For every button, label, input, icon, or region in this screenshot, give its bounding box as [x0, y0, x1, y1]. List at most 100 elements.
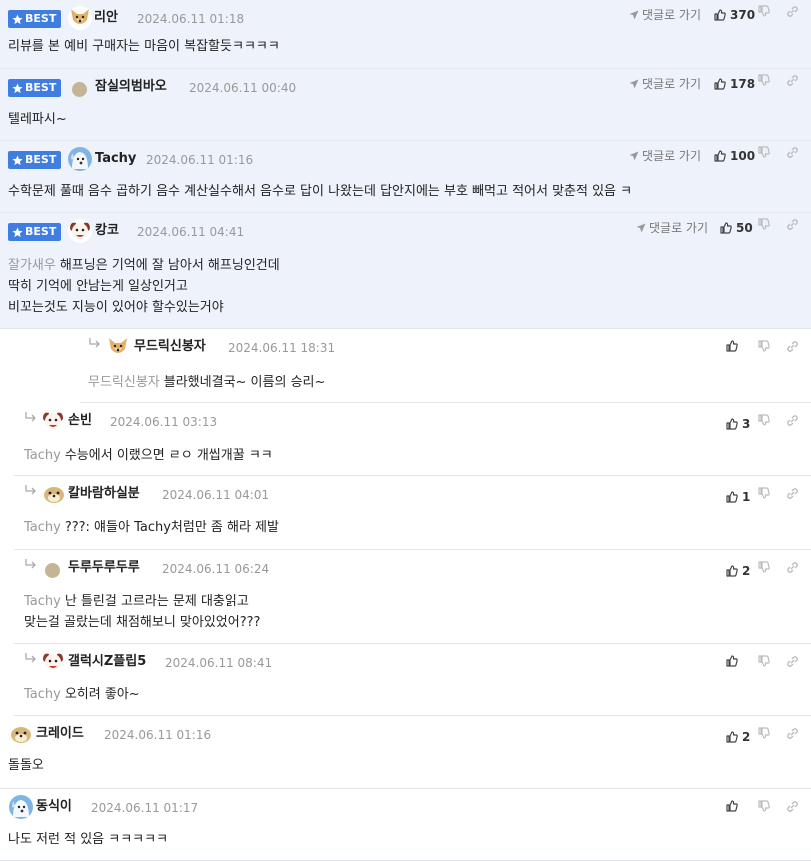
link-icon[interactable]	[786, 800, 802, 813]
goto-comment-link[interactable]: 댓글로 가기	[629, 5, 701, 25]
like-count: 100	[730, 149, 756, 163]
link-icon[interactable]	[786, 487, 802, 500]
goto-comment-label: 댓글로 가기	[642, 8, 702, 22]
avatar[interactable]	[72, 82, 87, 97]
nickname[interactable]: 캉코	[95, 221, 119, 241]
mention[interactable]: Tachy	[24, 594, 61, 609]
link-icon[interactable]	[786, 74, 802, 87]
avatar[interactable]	[68, 6, 92, 30]
like-count: 3	[742, 417, 751, 431]
comment-line: 딱히 기억에 안남는게 일상인거고	[8, 279, 188, 294]
thumbs-down-icon[interactable]	[758, 800, 774, 812]
thumbs-down-icon[interactable]	[758, 218, 774, 230]
comment-line: 나도 저런 적 있음 ㅋㅋㅋㅋㅋ	[8, 832, 169, 847]
link-icon[interactable]	[786, 727, 802, 740]
comment-header: BEST 잠실의범바오 2024.06.11 00:40 댓글로 가기 178	[0, 69, 811, 105]
comment-line: 수능에서 이랬으면 ㄹㅇ 개씹개꿀 ㅋㅋ	[64, 448, 273, 463]
mention[interactable]: Tachy	[24, 520, 61, 535]
comment-line: 맞는걸 골랐는데 채점해보니 맞아있었어???	[24, 615, 261, 630]
link-icon[interactable]	[786, 218, 802, 231]
avatar[interactable]	[9, 795, 33, 819]
nickname[interactable]: 동식이	[36, 797, 72, 817]
like-button[interactable]	[726, 800, 742, 812]
thumbs-down-icon[interactable]	[758, 727, 774, 739]
thumbs-up-icon	[714, 150, 726, 162]
thumbs-down-icon[interactable]	[758, 74, 774, 86]
like-button[interactable]: 50	[720, 218, 753, 238]
nickname[interactable]: 잠실의범바오	[95, 77, 167, 97]
like-button[interactable]: 2	[726, 727, 750, 747]
like-button[interactable]	[726, 340, 742, 352]
avatar[interactable]	[41, 409, 65, 433]
comment-header: 갤럭시Z플립5 2024.06.11 08:41	[14, 644, 811, 680]
mention[interactable]: 무드릭신봉자	[88, 375, 160, 390]
like-count: 178	[730, 77, 756, 91]
like-count: 2	[742, 730, 751, 744]
like-button[interactable]: 1	[726, 487, 750, 507]
thumbs-up-icon	[726, 565, 738, 577]
send-icon	[636, 223, 646, 233]
reply-arrow-icon	[24, 558, 38, 570]
comment-item: 크레이드 2024.06.11 01:16 2 돌돌오	[0, 716, 811, 789]
star-icon	[12, 13, 23, 25]
like-button[interactable]: 3	[726, 414, 750, 434]
avatar[interactable]	[42, 482, 66, 506]
nickname[interactable]: 크레이드	[36, 724, 84, 744]
nickname[interactable]: 무드릭신봉자	[134, 337, 206, 357]
star-icon	[12, 226, 23, 238]
link-icon[interactable]	[786, 561, 802, 574]
like-button[interactable]: 2	[726, 561, 750, 581]
send-icon	[629, 10, 639, 20]
avatar[interactable]	[106, 335, 130, 359]
comment-date: 2024.06.11 01:18	[137, 12, 245, 26]
thumbs-up-icon	[726, 731, 738, 743]
thumbs-down-icon[interactable]	[758, 655, 774, 667]
comment-item: 무드릭신봉자 2024.06.11 18:31 무드릭신봉자 블라했네결국~ 이름의 …	[80, 329, 811, 403]
comment-date: 2024.06.11 04:41	[137, 225, 245, 239]
like-button[interactable]	[726, 655, 742, 667]
thumbs-down-icon[interactable]	[758, 146, 774, 158]
comment-text: 돌돌오	[8, 755, 44, 776]
comment-line: ???: 얘들아 Tachy처럼만 좀 해라 제발	[64, 520, 279, 535]
nickname[interactable]: 손빈	[68, 411, 92, 431]
comment-date: 2024.06.11 08:41	[165, 656, 273, 670]
link-icon[interactable]	[786, 5, 802, 18]
mention[interactable]: 잘가새우	[8, 258, 56, 273]
nickname[interactable]: Tachy	[95, 149, 136, 169]
thumbs-down-icon[interactable]	[758, 414, 774, 426]
like-button[interactable]: 178	[714, 74, 755, 94]
like-button[interactable]: 100	[714, 146, 755, 166]
goto-comment-link[interactable]: 댓글로 가기	[636, 218, 708, 238]
link-icon[interactable]	[786, 414, 802, 427]
comment-text: Tachy???: 얘들아 Tachy처럼만 좀 해라 제발	[24, 517, 279, 538]
goto-comment-label: 댓글로 가기	[649, 221, 709, 235]
comment-text: 수학문제 풀때 음수 곱하기 음수 계산실수해서 음수로 답이 나왔는데 답안지…	[8, 181, 632, 202]
thumbs-down-icon[interactable]	[758, 5, 774, 17]
nickname[interactable]: 두루두루두루	[68, 558, 140, 578]
comment-line: 블라했네결국~ 이름의 승리~	[163, 375, 326, 390]
link-icon[interactable]	[786, 146, 802, 159]
thumbs-down-icon[interactable]	[758, 487, 774, 499]
link-icon[interactable]	[786, 340, 802, 353]
thumbs-down-icon[interactable]	[758, 340, 774, 352]
goto-comment-link[interactable]: 댓글로 가기	[629, 74, 701, 94]
mention[interactable]: Tachy	[24, 448, 61, 463]
avatar[interactable]	[9, 722, 33, 746]
goto-comment-link[interactable]: 댓글로 가기	[629, 146, 701, 166]
nickname[interactable]: 갤럭시Z플립5	[68, 652, 146, 672]
like-button[interactable]: 370	[714, 5, 755, 25]
avatar[interactable]	[41, 650, 65, 674]
send-icon	[629, 151, 639, 161]
mention[interactable]: Tachy	[24, 687, 61, 702]
thumbs-up-icon	[726, 340, 738, 352]
best-badge: BEST	[8, 79, 62, 97]
thumbs-down-icon[interactable]	[758, 561, 774, 573]
avatar[interactable]	[68, 219, 92, 243]
nickname[interactable]: 리안	[94, 8, 118, 28]
avatar[interactable]	[68, 147, 92, 171]
comment-line: 리뷰를 본 예비 구매자는 마음이 복잡할듯ㅋㅋㅋㅋ	[8, 39, 280, 54]
comment-date: 2024.06.11 01:16	[146, 153, 254, 167]
avatar[interactable]	[45, 563, 60, 578]
link-icon[interactable]	[786, 655, 802, 668]
nickname[interactable]: 칼바람하실분	[68, 484, 140, 504]
